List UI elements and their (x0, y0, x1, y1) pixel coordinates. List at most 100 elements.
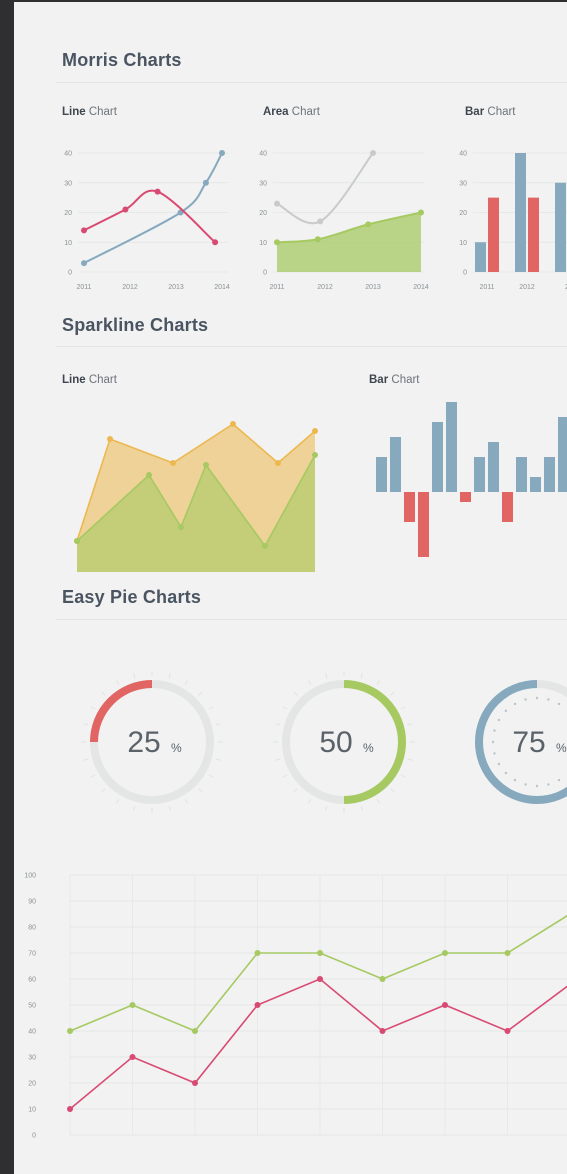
pie-tick-dot (491, 740, 495, 744)
pie-tick (390, 788, 395, 793)
morris-bar-x-tick-label: 2011 (479, 284, 494, 291)
morris-area-y-tick-label: 20 (259, 210, 267, 217)
big-chart-point (504, 950, 511, 956)
morris-area-x-tick-label: 2011 (269, 284, 284, 291)
sparkline-point (74, 538, 80, 544)
pie-tick (390, 691, 395, 696)
subtitle-rest: Chart (85, 374, 117, 386)
pie-tick (325, 673, 328, 679)
morris-line-series-1 (83, 189, 216, 244)
pie-tick (101, 788, 106, 793)
sparkline-point (170, 460, 176, 466)
sparkline-bar (390, 437, 401, 492)
morris-bar-bar (475, 242, 486, 272)
pie-tick (133, 805, 136, 811)
pie-tick (116, 680, 120, 686)
pie-tick (90, 706, 96, 710)
pie-value: 75 (512, 726, 545, 759)
morris-area-y-tick-label: 0 (263, 270, 267, 277)
morris-area-x-tick-label: 2014 (413, 284, 429, 291)
sparkline-point (107, 436, 113, 442)
morris-line-x-tick-label: 2014 (214, 284, 230, 291)
pie-tick (168, 673, 171, 679)
morris-bar-x-tick-label: 2012 (519, 284, 535, 291)
morris-line-point (154, 188, 161, 195)
morris-line-point (81, 260, 87, 267)
pie-tick (198, 691, 203, 696)
big-chart-y-tick-label: 70 (28, 951, 36, 958)
pie-tick-dot (497, 762, 501, 766)
pie-tick (400, 774, 406, 778)
morris-area-x-tick-label: 2013 (365, 284, 381, 291)
morris-line-y-tick-label: 20 (64, 210, 72, 217)
morris-bar-y-tick-label: 30 (459, 180, 467, 187)
sparkline-bar (530, 477, 541, 492)
morris-line-point (212, 239, 219, 246)
pie-tick (275, 758, 281, 761)
pie-tick (184, 680, 188, 686)
pie-tick (215, 758, 221, 761)
morris-bar-y-tick-label: 20 (459, 210, 467, 217)
sparkline-point (146, 472, 152, 478)
sparkline-point (230, 421, 236, 427)
pie-tick-dot (497, 718, 501, 722)
pie-value: 50 (319, 726, 352, 759)
pie-tick (83, 758, 89, 761)
morris-bar-y-tick-label: 40 (459, 151, 467, 158)
big-chart-point (129, 1054, 136, 1060)
pie-tick (376, 680, 380, 686)
big-chart-point (442, 950, 448, 956)
pie-unit: % (171, 741, 182, 755)
divider (56, 619, 567, 620)
big-chart-y-tick-label: 90 (28, 899, 36, 906)
big-chart-point (192, 1080, 198, 1086)
pie-tick (282, 706, 288, 710)
morris-area-point (314, 236, 321, 243)
big-chart-y-tick-label: 60 (28, 977, 36, 984)
pie-tick (360, 805, 363, 811)
pie-tick-dot (513, 702, 517, 706)
spark-bar-subtitle: Bar Chart (369, 374, 420, 386)
sparkline-point (203, 462, 209, 468)
morris-line-x-tick-label: 2013 (168, 284, 184, 291)
big-chart-point (67, 1028, 73, 1034)
big-chart-point (129, 1002, 136, 1008)
pie-tick (133, 673, 136, 679)
morris-line-x-tick-label: 2012 (122, 284, 138, 291)
morris-bar-bar (555, 182, 566, 272)
big-chart-point (67, 1106, 73, 1112)
morris-line-y-tick-label: 30 (64, 180, 72, 187)
pie-tick (101, 691, 106, 696)
sparkline-point (262, 543, 268, 549)
morris-area-point (418, 209, 424, 216)
sparkline-charts-title: Sparkline Charts (62, 315, 209, 335)
big-chart-point (254, 950, 261, 956)
sparkline-bar (418, 492, 429, 557)
sparkline-bar (516, 457, 527, 492)
morris-line-point (81, 227, 87, 234)
pie-tick-dot (493, 752, 496, 755)
big-chart-series-0 (69, 914, 567, 1032)
sparkline-bar (474, 457, 485, 492)
pie-tick-dot (547, 783, 550, 786)
morris-line-y-tick-label: 0 (68, 270, 72, 277)
morris-line-series-0 (83, 152, 223, 264)
pie-tick (215, 723, 221, 726)
big-chart-series-1 (69, 978, 567, 1110)
morris-area-y-tick-label: 30 (259, 180, 267, 187)
big-chart-point (192, 1028, 198, 1034)
pie-tick (208, 706, 214, 710)
pie-tick (168, 805, 171, 811)
big-chart-point (317, 950, 323, 956)
big-chart-y-tick-label: 20 (28, 1081, 36, 1088)
morris-area-point (274, 200, 280, 207)
pie-tick-dot (535, 784, 539, 788)
big-chart-point (379, 1028, 386, 1034)
pie-tick-dot (513, 778, 517, 782)
subtitle-bold: Line (62, 374, 86, 386)
big-chart-y-tick-label: 30 (28, 1055, 36, 1062)
pie-tick (360, 673, 363, 679)
sparkline-bar (544, 457, 555, 492)
sparkline-bar (432, 422, 443, 492)
big-chart-point (504, 1028, 511, 1034)
